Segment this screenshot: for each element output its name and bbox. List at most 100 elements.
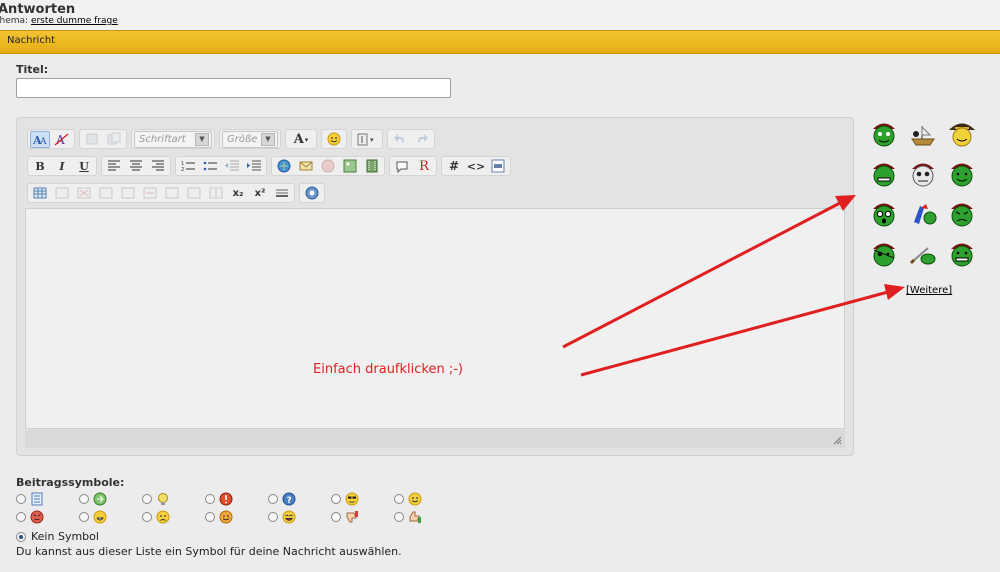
pirate-sword-icon[interactable] (908, 240, 938, 268)
pirate-face-icon[interactable] (869, 120, 899, 148)
wysiwyg-toggle-icon[interactable]: AA (30, 130, 50, 148)
hash-button[interactable]: # (444, 158, 464, 175)
post-icon-option-smile[interactable] (394, 492, 422, 506)
pirate-angry-icon[interactable] (947, 200, 977, 228)
post-icon-option-sad[interactable] (142, 510, 170, 524)
radio-button[interactable] (205, 494, 215, 504)
code-button[interactable]: <> (466, 158, 486, 175)
unlink-icon[interactable] (318, 158, 338, 175)
source-mode-icon[interactable] (302, 185, 322, 202)
radio-button[interactable] (142, 494, 152, 504)
pirate-grin-icon[interactable] (869, 160, 899, 188)
page-title: Antworten (0, 2, 76, 17)
pirate-shocked-icon[interactable] (869, 200, 899, 228)
bold-button[interactable]: B (30, 158, 50, 175)
smilie-icon[interactable] (324, 131, 344, 148)
italic-button[interactable]: I (52, 158, 72, 175)
cut-icon[interactable] (82, 131, 102, 148)
post-icon-option-lightbulb[interactable] (142, 492, 170, 506)
pirate-captain-icon[interactable] (947, 120, 977, 148)
redo-icon[interactable] (412, 131, 432, 148)
thread-link[interactable]: erste dumme frage (31, 16, 118, 26)
horizontal-rule-icon[interactable] (272, 185, 292, 202)
underline-button[interactable]: U (74, 158, 94, 175)
copy-icon[interactable] (104, 131, 124, 148)
php-icon[interactable] (488, 158, 508, 175)
message-textarea[interactable] (25, 208, 845, 429)
indent-icon[interactable] (244, 158, 264, 175)
subscript-button[interactable]: x₂ (228, 185, 248, 202)
radio-button[interactable] (268, 512, 278, 522)
post-icon-option-exclamation[interactable] (205, 492, 233, 506)
align-right-icon[interactable] (148, 158, 168, 175)
table-props-icon[interactable] (52, 185, 72, 202)
pirate-happy-icon[interactable] (947, 240, 977, 268)
post-icon-option-wink[interactable] (205, 510, 233, 524)
remove-format-icon[interactable]: A (52, 131, 72, 148)
post-icon-option-thumbs-down[interactable] (331, 510, 359, 524)
align-left-icon[interactable] (104, 158, 124, 175)
ordered-list-icon[interactable]: 12 (178, 158, 198, 175)
svg-text:?: ? (287, 496, 292, 506)
insert-row-below-icon[interactable] (118, 185, 138, 202)
post-icon-option-none[interactable]: Kein Symbol (16, 530, 99, 543)
pirate-parrot-icon[interactable] (908, 200, 938, 228)
r-button[interactable]: R (414, 158, 434, 175)
radio-button[interactable] (205, 512, 215, 522)
post-icon-option-document[interactable] (16, 492, 44, 506)
link-icon[interactable] (274, 158, 294, 175)
radio-button[interactable] (16, 512, 26, 522)
delete-table-icon[interactable] (74, 185, 94, 202)
post-icon-option-cool[interactable] (331, 492, 359, 506)
radio-button[interactable] (142, 512, 152, 522)
quote-icon[interactable] (392, 158, 412, 175)
post-icon-option-thumbs-up[interactable] (394, 510, 422, 524)
delete-col-icon[interactable] (206, 185, 226, 202)
superscript-button[interactable]: x² (250, 185, 270, 202)
unordered-list-icon[interactable] (200, 158, 220, 175)
radio-button[interactable] (331, 494, 341, 504)
laugh-icon (282, 510, 296, 524)
radio-button[interactable] (79, 512, 89, 522)
delete-row-icon[interactable] (140, 185, 160, 202)
radio-button[interactable] (394, 494, 404, 504)
radio-button[interactable] (16, 494, 26, 504)
post-icon-option-question[interactable]: ? (268, 492, 296, 506)
title-input[interactable] (16, 78, 451, 98)
align-center-icon[interactable] (126, 158, 146, 175)
pirate-smile-icon[interactable] (947, 160, 977, 188)
insert-col-left-icon[interactable] (162, 185, 182, 202)
undo-icon[interactable] (390, 131, 410, 148)
radio-button[interactable] (331, 512, 341, 522)
post-icon-option-laugh[interactable] (268, 510, 296, 524)
radio-button[interactable] (79, 494, 89, 504)
insert-row-above-icon[interactable] (96, 185, 116, 202)
radio-button[interactable] (268, 494, 278, 504)
pirate-eyepatch-icon[interactable] (869, 240, 899, 268)
size-select[interactable]: Größe ▼ (222, 130, 278, 148)
post-icon-option-angry[interactable] (16, 510, 44, 524)
video-icon[interactable] (362, 158, 382, 175)
post-icon-option-arrow[interactable] (79, 492, 107, 506)
thread-line: Thema: erste dumme frage (0, 16, 118, 26)
text-color-button[interactable]: A ▾ (288, 131, 314, 148)
editor-statusbar (25, 430, 845, 448)
more-smilies-link[interactable]: [Weitere] (906, 285, 952, 296)
radio-button[interactable] (394, 512, 404, 522)
section-bar: Nachricht (0, 30, 1000, 54)
pirate-skull-icon[interactable] (908, 160, 938, 188)
title-label: Titel: (16, 63, 49, 76)
outdent-icon[interactable] (222, 158, 242, 175)
font-select[interactable]: Schriftart ▼ (134, 130, 212, 148)
post-icon-option-grin[interactable] (79, 510, 107, 524)
text-color-label: A (293, 131, 304, 147)
resize-grip-icon[interactable] (832, 435, 842, 445)
radio-button-selected[interactable] (16, 531, 26, 542)
table-icon[interactable] (30, 185, 50, 202)
pirate-ship-icon[interactable] (908, 120, 938, 148)
attachment-icon[interactable]: ▾ (354, 131, 380, 148)
toolbar-group-quote: R (389, 156, 437, 176)
email-icon[interactable] (296, 158, 316, 175)
image-icon[interactable] (340, 158, 360, 175)
insert-col-right-icon[interactable] (184, 185, 204, 202)
